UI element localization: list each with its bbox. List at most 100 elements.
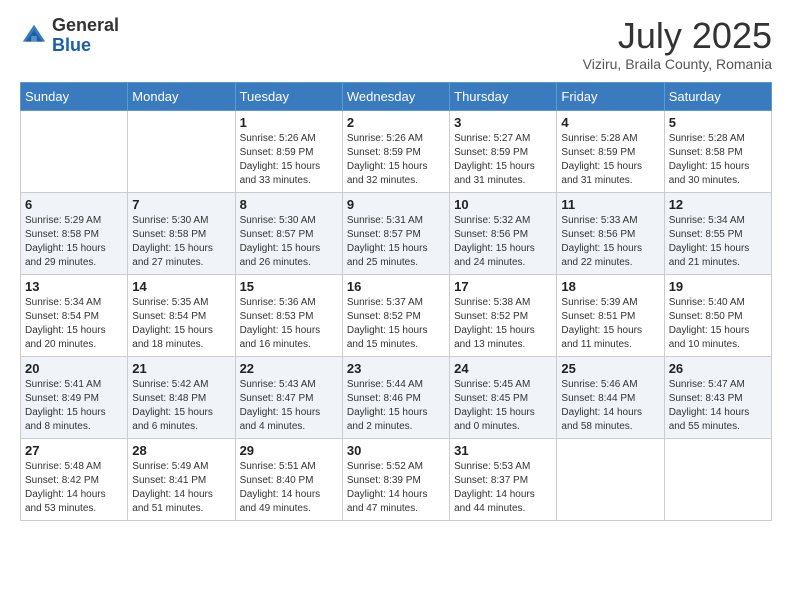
- table-row: [128, 110, 235, 192]
- daylight-text: Daylight: 15 hours and 0 minutes.: [454, 407, 535, 432]
- sunrise-text: Sunrise: 5:26 AM: [240, 133, 316, 144]
- sunset-text: Sunset: 8:57 PM: [347, 229, 421, 240]
- sunset-text: Sunset: 8:52 PM: [347, 311, 421, 322]
- sunset-text: Sunset: 8:59 PM: [561, 147, 635, 158]
- sunrise-text: Sunrise: 5:38 AM: [454, 297, 530, 308]
- daylight-text: Daylight: 15 hours and 8 minutes.: [25, 407, 106, 432]
- day-info: Sunrise: 5:35 AMSunset: 8:54 PMDaylight:…: [132, 296, 230, 352]
- day-number: 13: [25, 279, 123, 294]
- sunset-text: Sunset: 8:55 PM: [669, 229, 743, 240]
- table-row: 25 Sunrise: 5:46 AMSunset: 8:44 PMDayligh…: [557, 356, 664, 438]
- day-number: 16: [347, 279, 445, 294]
- day-info: Sunrise: 5:29 AM Sunset: 8:58 PM Daylight:…: [25, 214, 123, 270]
- day-info: Sunrise: 5:52 AMSunset: 8:39 PMDaylight:…: [347, 460, 445, 516]
- daylight-text: Daylight: 14 hours and 47 minutes.: [347, 489, 428, 514]
- sunset-text: Sunset: 8:56 PM: [561, 229, 635, 240]
- daylight-text: Daylight: 14 hours and 58 minutes.: [561, 407, 642, 432]
- table-row: 15Sunrise: 5:36 AMSunset: 8:53 PMDayligh…: [235, 274, 342, 356]
- day-number: 25: [561, 361, 659, 376]
- table-row: [664, 438, 771, 520]
- day-info: Sunrise: 5:46 AMSunset: 8:44 PMDaylight:…: [561, 378, 659, 434]
- day-number: 22: [240, 361, 338, 376]
- daylight-text: Daylight: 15 hours and 31 minutes.: [561, 161, 642, 186]
- sunrise-text: Sunrise: 5:44 AM: [347, 379, 423, 390]
- sunrise-text: Sunrise: 5:28 AM: [561, 133, 637, 144]
- sunset-text: Sunset: 8:54 PM: [25, 311, 99, 322]
- sunrise-text: Sunrise: 5:31 AM: [347, 215, 423, 226]
- logo-text: General Blue: [52, 16, 119, 56]
- table-row: 12 Sunrise: 5:34 AM Sunset: 8:55 PM Dayligh…: [664, 192, 771, 274]
- day-info: Sunrise: 5:26 AMSunset: 8:59 PMDaylight:…: [347, 132, 445, 188]
- day-number: 2: [347, 115, 445, 130]
- header: General Blue July 2025 Viziru, Braila Co…: [20, 16, 772, 72]
- day-number: 8: [240, 197, 338, 212]
- sunrise-text: Sunrise: 5:27 AM: [454, 133, 530, 144]
- sunset-text: Sunset: 8:54 PM: [132, 311, 206, 322]
- table-row: 28Sunrise: 5:49 AMSunset: 8:41 PMDayligh…: [128, 438, 235, 520]
- sunset-text: Sunset: 8:59 PM: [347, 147, 421, 158]
- day-info: Sunrise: 5:39 AMSunset: 8:51 PMDaylight:…: [561, 296, 659, 352]
- table-row: 23Sunrise: 5:44 AMSunset: 8:46 PMDayligh…: [342, 356, 449, 438]
- day-info: Sunrise: 5:38 AM Sunset: 8:52 PM Daylight:…: [454, 296, 552, 352]
- table-row: 8Sunrise: 5:30 AMSunset: 8:57 PMDaylight…: [235, 192, 342, 274]
- day-number: 26: [669, 361, 767, 376]
- daylight-text: Daylight: 14 hours and 51 minutes.: [132, 489, 213, 514]
- sunrise-text: Sunrise: 5:46 AM: [561, 379, 637, 390]
- sunrise-text: Sunrise: 5:29 AM: [25, 215, 101, 226]
- day-number: 12: [669, 197, 767, 212]
- day-number: 29: [240, 443, 338, 458]
- header-sunday: Sunday: [21, 82, 128, 110]
- title-section: July 2025 Viziru, Braila County, Romania: [583, 16, 772, 72]
- sunrise-text: Sunrise: 5:34 AM: [669, 215, 745, 226]
- calendar-header-row: Sunday Monday Tuesday Wednesday Thursday…: [21, 82, 772, 110]
- sunset-text: Sunset: 8:52 PM: [454, 311, 528, 322]
- sunset-text: Sunset: 8:58 PM: [25, 229, 99, 240]
- sunrise-text: Sunrise: 5:39 AM: [561, 297, 637, 308]
- daylight-text: Daylight: 14 hours and 49 minutes.: [240, 489, 321, 514]
- day-number: 31: [454, 443, 552, 458]
- table-row: 18Sunrise: 5:39 AMSunset: 8:51 PMDayligh…: [557, 274, 664, 356]
- sunrise-text: Sunrise: 5:30 AM: [240, 215, 316, 226]
- day-number: 28: [132, 443, 230, 458]
- table-row: 2 Sunrise: 5:26 AMSunset: 8:59 PMDaylight…: [342, 110, 449, 192]
- day-info: Sunrise: 5:40 AMSunset: 8:50 PMDaylight:…: [669, 296, 767, 352]
- table-row: [21, 110, 128, 192]
- daylight-text: Daylight: 15 hours and 6 minutes.: [132, 407, 213, 432]
- daylight-text: Daylight: 15 hours and 33 minutes.: [240, 161, 321, 186]
- sunrise-text: Sunrise: 5:48 AM: [25, 461, 101, 472]
- calendar-week-row: 6Sunrise: 5:29 AMSunset: 8:58 PMDaylight…: [21, 192, 772, 274]
- sunrise-text: Sunrise: 5:30 AM: [132, 215, 208, 226]
- day-info: Sunrise: 5:42 AMSunset: 8:48 PMDaylight:…: [132, 378, 230, 434]
- sunset-text: Sunset: 8:42 PM: [25, 475, 99, 486]
- sunrise-text: Sunrise: 5:28 AM: [669, 133, 745, 144]
- daylight-text: Daylight: 15 hours and 18 minutes.: [132, 325, 213, 350]
- sunrise-text: Sunrise: 5:53 AM: [454, 461, 530, 472]
- table-row: 20Sunrise: 5:41 AMSunset: 8:49 PMDayligh…: [21, 356, 128, 438]
- day-number: 3: [454, 115, 552, 130]
- sunset-text: Sunset: 8:46 PM: [347, 393, 421, 404]
- sunrise-text: Sunrise: 5:33 AM: [561, 215, 637, 226]
- day-info: Sunrise: 5:47 AMSunset: 8:43 PMDaylight:…: [669, 378, 767, 434]
- daylight-text: Daylight: 15 hours and 21 minutes.: [669, 243, 750, 268]
- daylight-text: Daylight: 15 hours and 10 minutes.: [669, 325, 750, 350]
- table-row: 11Sunrise: 5:33 AMSunset: 8:56 PMDayligh…: [557, 192, 664, 274]
- day-number: 14: [132, 279, 230, 294]
- calendar-table: Sunday Monday Tuesday Wednesday Thursday…: [20, 82, 772, 521]
- calendar-week-row: 13Sunrise: 5:34 AMSunset: 8:54 PMDayligh…: [21, 274, 772, 356]
- table-row: 7Sunrise: 5:30 AMSunset: 8:58 PMDaylight…: [128, 192, 235, 274]
- day-number: 5: [669, 115, 767, 130]
- daylight-text: Daylight: 15 hours and 13 minutes.: [454, 325, 535, 350]
- calendar-week-row: 1Sunrise: 5:26 AMSunset: 8:59 PMDaylight…: [21, 110, 772, 192]
- logo-general-text: General: [52, 16, 119, 36]
- day-info: Sunrise: 5:26 AMSunset: 8:59 PMDaylight:…: [240, 132, 338, 188]
- table-row: 13Sunrise: 5:34 AMSunset: 8:54 PMDayligh…: [21, 274, 128, 356]
- day-number: 17: [454, 279, 552, 294]
- header-saturday: Saturday: [664, 82, 771, 110]
- daylight-text: Daylight: 15 hours and 29 minutes.: [25, 243, 106, 268]
- logo-blue-text: Blue: [52, 36, 119, 56]
- sunrise-text: Sunrise: 5:37 AM: [347, 297, 423, 308]
- table-row: 29Sunrise: 5:51 AMSunset: 8:40 PMDayligh…: [235, 438, 342, 520]
- day-number: 10: [454, 197, 552, 212]
- table-row: 24Sunrise: 5:45 AMSunset: 8:45 PMDayligh…: [450, 356, 557, 438]
- day-info: Sunrise: 5:43 AMSunset: 8:47 PMDaylight:…: [240, 378, 338, 434]
